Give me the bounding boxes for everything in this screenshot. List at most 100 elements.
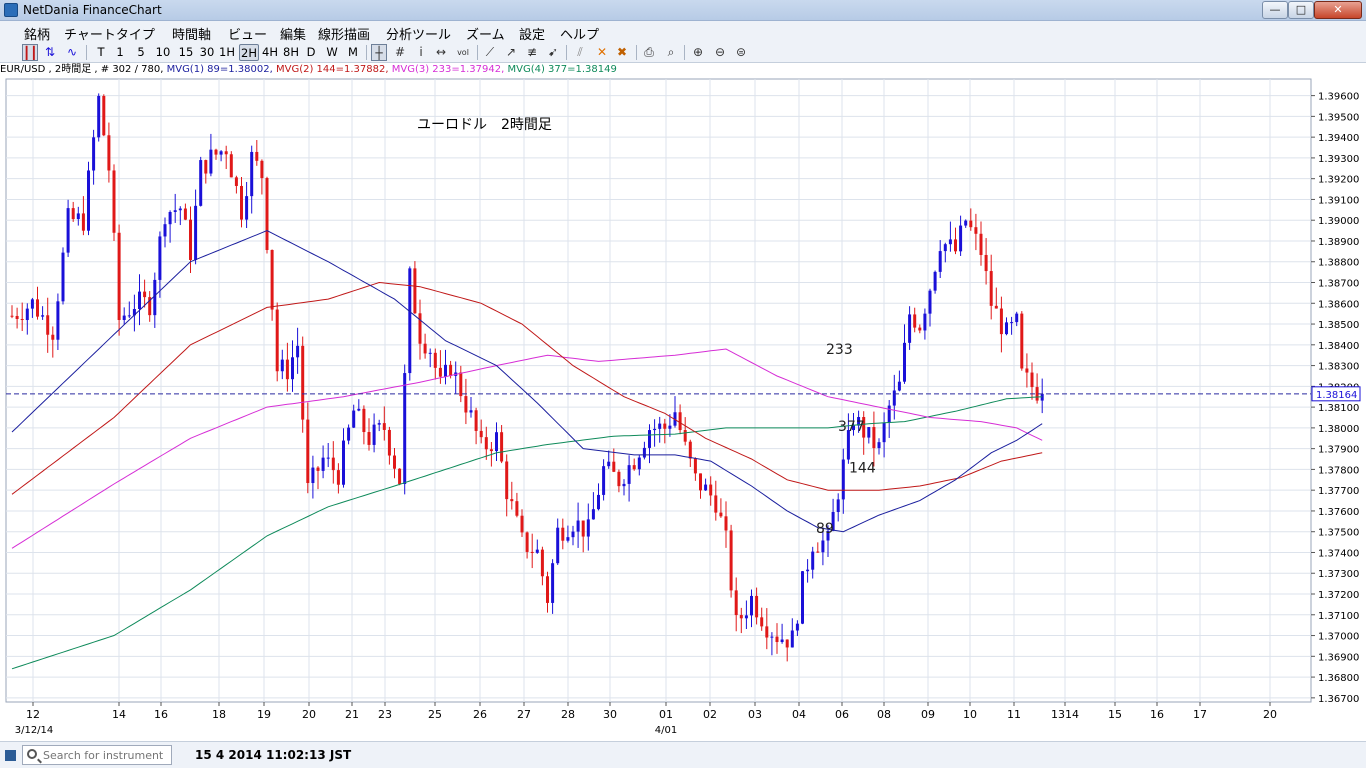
grid-icon[interactable]: # bbox=[392, 44, 408, 61]
volume-icon[interactable]: vol bbox=[455, 44, 471, 61]
minimize-button[interactable]: — bbox=[1262, 1, 1288, 19]
menu-analysis-tools[interactable]: 分析ツール bbox=[386, 24, 451, 43]
search-input[interactable] bbox=[43, 748, 168, 763]
timeframe-10m[interactable]: 10 bbox=[154, 44, 172, 61]
pointer-icon[interactable]: ➹ bbox=[545, 44, 561, 61]
candle-up bbox=[943, 244, 947, 252]
candle-up bbox=[658, 423, 662, 429]
current-price-label: 1.38164 bbox=[1316, 390, 1357, 401]
toolbar-separator bbox=[477, 45, 478, 60]
candle-down bbox=[984, 254, 988, 272]
y-tick-label: 1.38800 bbox=[1318, 258, 1359, 269]
print-preview-icon[interactable]: ⌕ bbox=[663, 44, 679, 61]
candle-down bbox=[1020, 313, 1024, 369]
candlestick-icon[interactable]: ⇅ bbox=[42, 44, 58, 61]
line-chart-icon[interactable]: ∿ bbox=[64, 44, 80, 61]
candle-up bbox=[357, 408, 361, 411]
candle-down bbox=[913, 314, 917, 328]
timeframe-1h[interactable]: 1H bbox=[218, 44, 236, 61]
info-icon[interactable]: i bbox=[413, 44, 429, 61]
timeframe-month[interactable]: M bbox=[345, 44, 361, 61]
x-tick-label: 21 bbox=[345, 708, 359, 721]
timeframe-week[interactable]: W bbox=[324, 44, 340, 61]
candle-up bbox=[795, 623, 799, 631]
y-tick-label: 1.38500 bbox=[1318, 320, 1359, 331]
zoom-in-icon[interactable]: ⊕ bbox=[690, 44, 706, 61]
candle-up bbox=[801, 571, 804, 624]
trendline-icon[interactable]: ⟋ bbox=[482, 44, 498, 61]
zoom-out-icon[interactable]: ⊖ bbox=[712, 44, 728, 61]
candle-up bbox=[959, 225, 963, 252]
candle-up bbox=[602, 466, 606, 495]
menu-settings[interactable]: 設定 bbox=[519, 24, 545, 43]
delete-all-icon[interactable]: ✖ bbox=[614, 44, 630, 61]
candle-up bbox=[897, 381, 901, 391]
candle-down bbox=[510, 499, 514, 502]
timeframe-tick[interactable]: T bbox=[94, 44, 108, 61]
timeframe-5m[interactable]: 5 bbox=[135, 44, 147, 61]
candle-down bbox=[438, 367, 442, 377]
draw-lines-icon[interactable]: ⫽ bbox=[572, 44, 588, 61]
fibonacci-icon[interactable]: ≢ bbox=[524, 44, 540, 61]
candle-down bbox=[143, 291, 147, 298]
y-tick-label: 1.38700 bbox=[1318, 279, 1359, 290]
x-tick-label: 26 bbox=[473, 708, 487, 721]
x-tick-label: 16 bbox=[1150, 708, 1164, 721]
y-tick-label: 1.38000 bbox=[1318, 424, 1359, 435]
timeframe-8h[interactable]: 8H bbox=[282, 44, 300, 61]
timeframe-15m[interactable]: 15 bbox=[177, 44, 195, 61]
x-tick-label: 11 bbox=[1007, 708, 1021, 721]
candle-down bbox=[918, 327, 922, 331]
candle-up bbox=[586, 519, 590, 537]
candle-up bbox=[571, 531, 575, 538]
price-chart[interactable]: 1.36700 1.36800 1.36900 1.37000 1.37100 1.372… bbox=[0, 77, 1366, 741]
delete-icon[interactable]: ✕ bbox=[594, 44, 610, 61]
menu-help[interactable]: ヘルプ bbox=[560, 24, 599, 43]
candle-down bbox=[525, 532, 529, 552]
candle-up bbox=[821, 540, 825, 553]
chart-title: ユーロドル 2時間足 bbox=[417, 117, 552, 133]
candle-up bbox=[377, 423, 381, 425]
menu-view[interactable]: ビュー bbox=[228, 24, 267, 43]
zoom-fit-icon[interactable]: ⊜ bbox=[733, 44, 749, 61]
chart-panel[interactable]: 1.36700 1.36800 1.36900 1.37000 1.37100 1.372… bbox=[0, 77, 1366, 741]
crosshair-icon[interactable]: ┼ bbox=[371, 44, 387, 61]
x-tick-label: 10 bbox=[963, 708, 977, 721]
menu-zoom[interactable]: ズーム bbox=[466, 24, 505, 43]
close-button[interactable]: ✕ bbox=[1314, 1, 1362, 19]
menu-bar: 銘柄 チャートタイプ 時間軸 ビュー 編集 線形描画 分析ツール ズーム 設定 … bbox=[0, 21, 1366, 43]
print-icon[interactable]: ⎙ bbox=[641, 44, 657, 61]
menu-chart-type[interactable]: チャートタイプ bbox=[64, 24, 155, 43]
x-tick-label: 1314 bbox=[1051, 708, 1079, 721]
menu-line-drawing[interactable]: 線形描画 bbox=[318, 24, 370, 43]
y-tick-label: 1.36800 bbox=[1318, 673, 1359, 684]
candle-up bbox=[127, 315, 131, 317]
candle-up bbox=[867, 427, 871, 438]
timeframe-1m[interactable]: 1 bbox=[114, 44, 126, 61]
search-box[interactable] bbox=[22, 745, 172, 765]
candle-down bbox=[500, 432, 504, 462]
bar-chart-icon[interactable]: ┃┃ bbox=[22, 44, 38, 61]
pan-icon[interactable]: ↔ bbox=[433, 44, 449, 61]
candle-up bbox=[841, 459, 845, 500]
arrow-line-icon[interactable]: ↗ bbox=[503, 44, 519, 61]
candle-up bbox=[704, 484, 708, 491]
candle-down bbox=[612, 461, 616, 472]
x-tick-label: 14 bbox=[112, 708, 126, 721]
maximize-button[interactable]: □ bbox=[1288, 1, 1314, 19]
candle-up bbox=[642, 447, 646, 458]
menu-symbol[interactable]: 銘柄 bbox=[24, 24, 50, 43]
window-title: NetDania FinanceChart bbox=[23, 3, 162, 17]
timeframe-30m[interactable]: 30 bbox=[198, 44, 216, 61]
candle-down bbox=[872, 427, 876, 449]
y-tick-label: 1.39300 bbox=[1318, 154, 1359, 165]
candle-down bbox=[699, 473, 702, 491]
menu-edit[interactable]: 編集 bbox=[280, 24, 306, 43]
timeframe-day[interactable]: D bbox=[304, 44, 318, 61]
timeframe-4h[interactable]: 4H bbox=[261, 44, 279, 61]
candle-down bbox=[479, 430, 483, 438]
menu-time-axis[interactable]: 時間軸 bbox=[172, 24, 211, 43]
candle-down bbox=[413, 268, 417, 314]
candle-down bbox=[464, 396, 468, 413]
timeframe-2h[interactable]: 2H bbox=[239, 44, 259, 61]
